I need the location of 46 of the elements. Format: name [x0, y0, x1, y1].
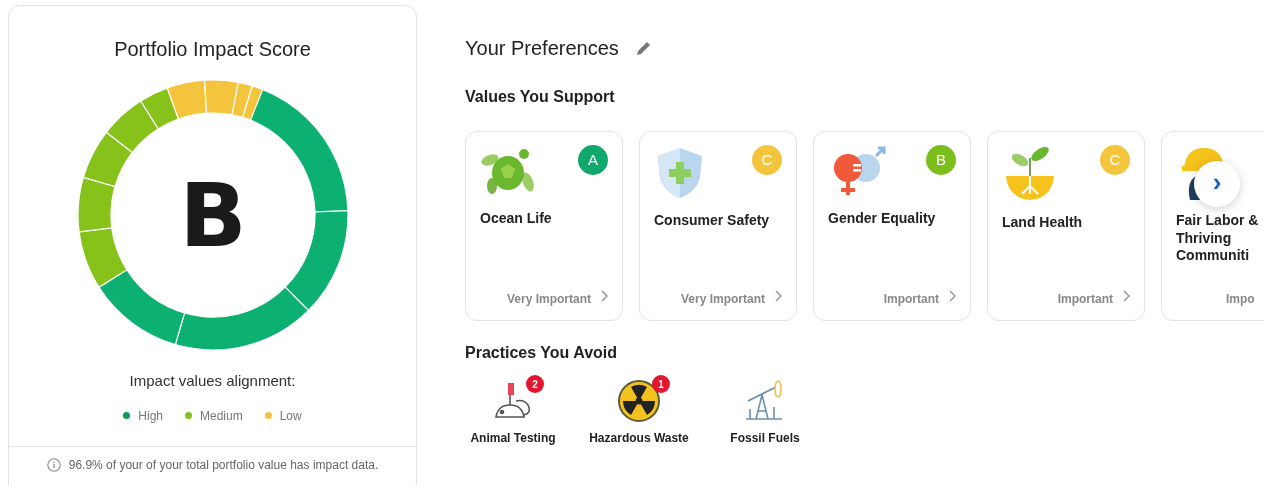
count-badge: 2: [526, 375, 544, 393]
importance-label: Important: [883, 291, 939, 308]
value-title: Consumer Safety: [654, 212, 771, 230]
value-card[interactable]: C Consumer Safety Very Important: [639, 131, 797, 321]
value-card[interactable]: C Land Health Important: [987, 131, 1145, 321]
practice-label: Fossil Fuels: [730, 430, 800, 447]
practice-label: Hazardous Waste: [589, 430, 689, 447]
donut-segment: [139, 87, 179, 130]
chevron-right-icon: [775, 290, 782, 302]
chevron-right-icon: [949, 290, 956, 302]
edit-icon[interactable]: [634, 39, 653, 57]
donut-segment: [105, 100, 159, 154]
score-grade: B: [178, 164, 247, 267]
section-heading: Values You Support: [465, 87, 616, 107]
value-title: Fair Labor & Thriving Communiti: [1176, 212, 1260, 265]
value-title: Gender Equality: [828, 210, 937, 228]
card-title: Portfolio Impact Score: [114, 37, 311, 62]
importance-label: Important: [1057, 291, 1113, 308]
next-button[interactable]: ›: [1194, 161, 1240, 207]
importance-label: Very Important: [506, 291, 591, 308]
legend-label: High: [138, 407, 163, 425]
chevron-right-icon: [1123, 290, 1130, 302]
value-card[interactable]: A Ocean Life Very Important: [465, 131, 623, 321]
value-title: Land Health: [1002, 214, 1084, 232]
grade-badge: C: [1100, 145, 1130, 175]
grade-badge: C: [752, 145, 782, 175]
legend-label: Medium: [200, 407, 243, 425]
legend-title: Impact values alignment:: [129, 371, 296, 391]
donut-segment: [166, 79, 207, 120]
info-icon: [46, 458, 61, 472]
legend-label: Low: [279, 407, 302, 425]
section-title: Your Preferences: [465, 36, 619, 61]
importance-label: Impo: [1226, 291, 1255, 308]
practice-label: Animal Testing: [470, 430, 556, 447]
donut-segment: [76, 176, 116, 233]
chevron-right-icon: [601, 290, 608, 302]
importance-label: Very Important: [680, 291, 765, 308]
grade-badge: A: [578, 145, 608, 175]
count-badge: 1: [652, 375, 670, 393]
radiation-icon: [617, 379, 661, 423]
section-heading: Practices You Avoid: [465, 343, 619, 363]
value-title: Ocean Life: [480, 210, 553, 228]
donut-segment: [82, 131, 133, 188]
value-card[interactable]: B Gender Equality Important: [813, 131, 971, 321]
coverage-note: 96.9% of your of your total portfolio value has impact data.: [68, 457, 379, 474]
grade-badge: B: [926, 145, 956, 175]
